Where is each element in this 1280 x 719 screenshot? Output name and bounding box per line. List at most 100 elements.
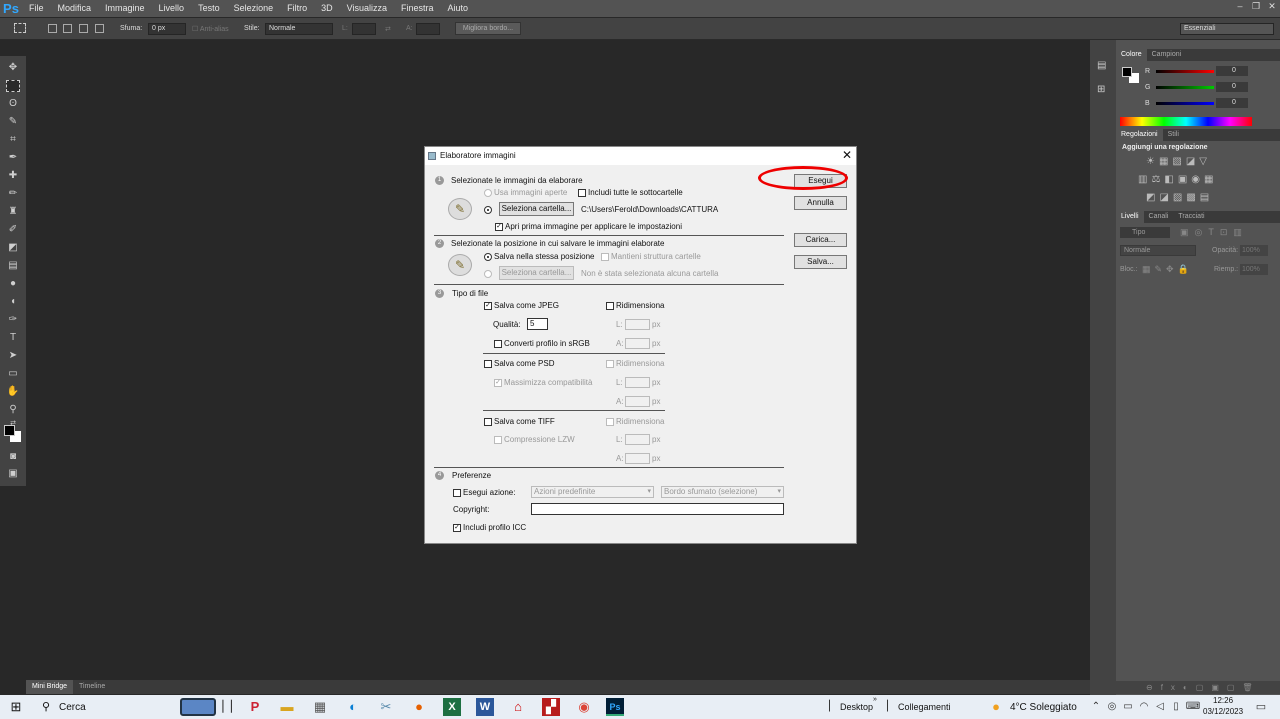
select-folder-radio[interactable] (484, 206, 492, 214)
convert-srgb-checkbox[interactable] (494, 340, 502, 348)
quick-selection-icon[interactable]: ✎ (6, 116, 20, 128)
swap-icon[interactable]: ⇄ (385, 25, 391, 33)
firefox-icon[interactable]: ● (410, 698, 428, 716)
clock-time[interactable]: 12:26 (1213, 696, 1233, 705)
lock-icons[interactable]: ▦✎✥🔒 (1142, 264, 1193, 275)
menu-livello[interactable]: Livello (152, 0, 192, 17)
red-slider[interactable] (1156, 70, 1214, 73)
height-input[interactable] (416, 23, 440, 35)
tiff-width-input[interactable] (625, 434, 650, 445)
chrome-icon[interactable]: ◉ (575, 698, 593, 716)
blur-tool-icon[interactable]: ● (6, 278, 20, 290)
history-brush-icon[interactable]: ✐ (6, 224, 20, 236)
clock-date[interactable]: 03/12/2023 (1203, 707, 1243, 716)
save-psd-checkbox[interactable] (484, 360, 492, 368)
weather-text[interactable]: 4°C Soleggiato (1010, 702, 1077, 713)
foreground-color-swatch[interactable] (4, 425, 15, 436)
menu-finestra[interactable]: Finestra (394, 0, 441, 17)
keyboard-icon[interactable]: ⌨ (1184, 698, 1202, 716)
same-location-radio[interactable] (484, 253, 492, 261)
tab-canali[interactable]: Canali (1144, 211, 1174, 223)
jpeg-height-input[interactable] (625, 338, 650, 349)
select-dest-folder-radio[interactable] (484, 270, 492, 278)
include-icc-checkbox[interactable]: ✓ (453, 524, 461, 532)
width-input[interactable] (352, 23, 376, 35)
use-open-images-radio[interactable] (484, 189, 492, 197)
autocad-icon[interactable]: ▞ (542, 698, 560, 716)
opacity-input[interactable]: 100% (1240, 245, 1268, 256)
brush-tool-icon[interactable]: ✏ (6, 188, 20, 200)
tab-stili[interactable]: Stili (1163, 129, 1184, 141)
menu-selezione[interactable]: Selezione (227, 0, 281, 17)
edge-icon[interactable]: ◐ (344, 698, 362, 716)
weather-icon[interactable]: ● (987, 698, 1005, 716)
toolbar-overflow-icon[interactable]: » (873, 696, 877, 703)
dialog-close-icon[interactable]: ✕ (842, 148, 852, 162)
action-select[interactable]: Bordo sfumato (selezione) (661, 486, 784, 498)
antialias-checkbox[interactable]: ☐ Anti-alias (192, 25, 229, 33)
calculator-icon[interactable]: ▦ (311, 698, 329, 716)
menu-visualizza[interactable]: Visualizza (340, 0, 394, 17)
copyright-input[interactable] (531, 503, 784, 515)
menu-file[interactable]: File (22, 0, 51, 17)
menu-filtro[interactable]: Filtro (280, 0, 314, 17)
run-action-checkbox[interactable] (453, 489, 461, 497)
jpeg-width-input[interactable] (625, 319, 650, 330)
blue-value[interactable]: 0 (1216, 98, 1248, 108)
adjustment-icons-row-2[interactable]: ▥⚖◧▣◉▦ (1138, 174, 1217, 185)
word-icon[interactable]: W (476, 698, 494, 716)
psd-resize-checkbox[interactable] (606, 360, 614, 368)
subtract-selection-icon[interactable] (79, 24, 88, 33)
quick-mask-icon[interactable]: ◙ (6, 451, 20, 463)
dodge-tool-icon[interactable]: ◖ (6, 296, 20, 308)
tiff-resize-checkbox[interactable] (606, 418, 614, 426)
red-value[interactable]: 0 (1216, 66, 1248, 76)
properties-panel-icon[interactable]: ⊞ (1097, 84, 1105, 95)
battery-icon[interactable]: ▯ (1167, 698, 1185, 716)
healing-brush-icon[interactable]: ✚ (6, 170, 20, 182)
eyedropper-icon[interactable]: ✒ (6, 152, 20, 164)
desktop-toolbar[interactable]: Desktop (840, 702, 873, 712)
tab-livelli[interactable]: Livelli (1116, 211, 1144, 223)
menu-testo[interactable]: Testo (191, 0, 227, 17)
save-jpeg-checkbox[interactable]: ✓ (484, 302, 492, 310)
include-subfolders-checkbox[interactable] (578, 189, 586, 197)
workspace-select[interactable]: Essenziali (1180, 23, 1274, 35)
tab-mini-bridge[interactable]: Mini Bridge (26, 680, 74, 694)
adjustment-icons-row-3[interactable]: ◩◪▨▩▤ (1146, 192, 1213, 203)
tab-campioni[interactable]: Campioni (1147, 49, 1187, 61)
lzw-compression-checkbox[interactable] (494, 436, 502, 444)
layer-kind-filter[interactable]: Tipo (1120, 227, 1170, 238)
history-panel-icon[interactable]: ▤ (1097, 60, 1106, 71)
add-selection-icon[interactable] (63, 24, 72, 33)
intersect-selection-icon[interactable] (95, 24, 104, 33)
path-selection-icon[interactable]: ➤ (6, 350, 20, 362)
move-tool-icon[interactable]: ✥ (6, 62, 20, 74)
quality-input[interactable]: 5 (527, 318, 548, 330)
psd-width-input[interactable] (625, 377, 650, 388)
tab-tracciati[interactable]: Tracciati (1173, 211, 1209, 223)
select-dest-folder-button[interactable]: Seleziona cartella... (499, 266, 574, 280)
adjustment-icons-row-1[interactable]: ☀▦▧◪▽ (1146, 156, 1211, 167)
links-toolbar[interactable]: Collegamenti (898, 702, 951, 712)
file-explorer-icon[interactable]: ▬ (278, 698, 296, 716)
feather-input[interactable]: 0 px (148, 23, 186, 35)
tiff-height-input[interactable] (625, 453, 650, 464)
blend-mode-select[interactable]: Normale (1120, 245, 1196, 256)
snipping-tool-icon[interactable]: ✂ (377, 698, 395, 716)
cancel-button[interactable]: Annulla (794, 196, 847, 210)
tab-regolazioni[interactable]: Regolazioni (1116, 129, 1163, 141)
color-spectrum[interactable] (1120, 117, 1252, 126)
tab-timeline[interactable]: Timeline (73, 680, 111, 694)
menu-immagine[interactable]: Immagine (98, 0, 152, 17)
powerpoint-icon[interactable]: P (246, 698, 264, 716)
notifications-icon[interactable]: ▭ (1252, 698, 1270, 716)
taskbar-search-text[interactable]: Cerca (59, 702, 86, 713)
pen-tool-icon[interactable]: ✑ (6, 314, 20, 326)
widgets-icon[interactable] (180, 698, 216, 716)
menu-3d[interactable]: 3D (314, 0, 340, 17)
shape-tool-icon[interactable]: ▭ (6, 368, 20, 380)
green-value[interactable]: 0 (1216, 82, 1248, 92)
minimize-icon[interactable]: – (1232, 0, 1248, 12)
maximize-compat-checkbox[interactable]: ✓ (494, 379, 502, 387)
